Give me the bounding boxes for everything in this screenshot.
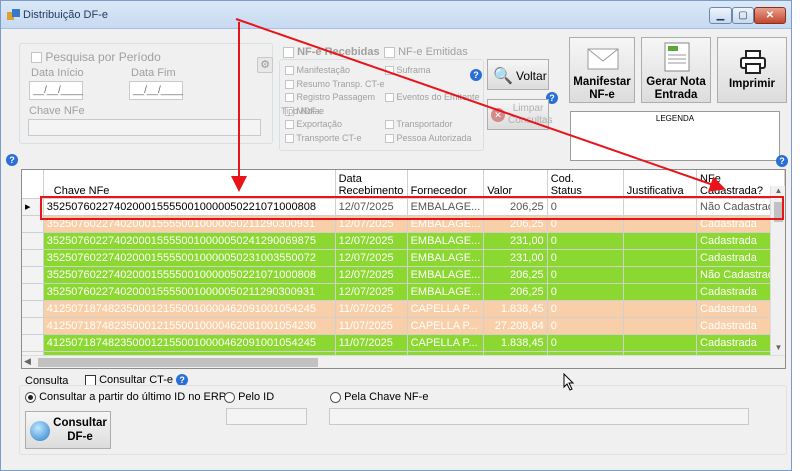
annotation-arrows <box>231 18 726 192</box>
arrow-diagonal <box>235 18 726 192</box>
